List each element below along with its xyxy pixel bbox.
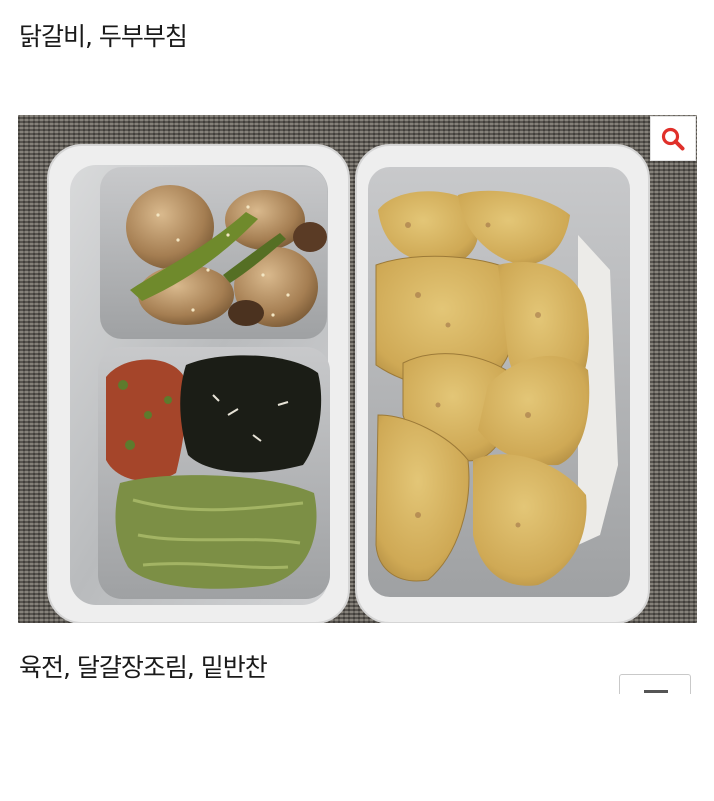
photo-zoom-button[interactable]	[650, 116, 696, 161]
lunchbox-illustration	[47, 144, 650, 623]
lunchbox-photo[interactable]	[18, 115, 697, 623]
photo-caption-bottom: 육전, 달걀장조림, 밑반찬	[19, 653, 268, 682]
right-lunchbox	[355, 144, 650, 623]
photo-caption-top: 닭갈비, 두부부침	[19, 22, 188, 51]
search-icon	[661, 127, 685, 150]
left-lunchbox	[47, 144, 350, 623]
next-image-button[interactable]	[619, 674, 691, 694]
